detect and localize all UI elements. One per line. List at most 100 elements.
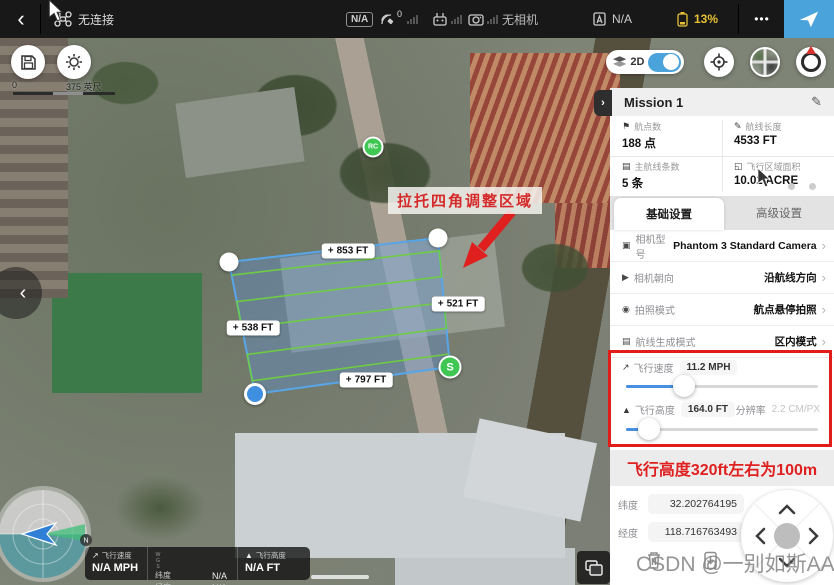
map-building [463, 418, 597, 521]
speed-value[interactable]: 11.2 MPH [680, 360, 738, 375]
telemetry-coords: WGS 纬度N/A 经度N/A [147, 547, 237, 580]
save-icon [20, 54, 37, 71]
row-photo-mode[interactable]: ◉ 拍照模式 航点悬停拍照 › [610, 294, 834, 326]
annotation-callout: 拉托四角调整区域 [388, 187, 542, 214]
view-mode-toggle[interactable]: 2D [606, 50, 684, 74]
stat-value: 188 点 [622, 135, 722, 151]
save-mission-button[interactable] [11, 45, 45, 79]
tab-advanced-settings[interactable]: 高级设置 [724, 196, 834, 230]
back-button[interactable]: ‹ [8, 0, 34, 38]
start-point-label: S [446, 361, 453, 373]
telemetry-speed-label: 飞行速度 [102, 550, 132, 561]
chevron-right-icon: › [822, 302, 826, 317]
speed-slider[interactable] [626, 385, 818, 388]
rc-status [432, 0, 462, 38]
connection-label: 无连接 [78, 11, 114, 28]
more-button[interactable]: ••• [740, 0, 784, 38]
page-dot[interactable] [809, 183, 816, 190]
longitude-input[interactable] [648, 522, 744, 542]
waypoints-icon: ⚑ [622, 121, 630, 132]
altitude-icon: ▲ [245, 551, 253, 560]
edge-length-value: 797 FT [355, 375, 387, 386]
row-camera-heading[interactable]: ▶ 相机朝向 沿航线方向 › [610, 262, 834, 294]
battery-percent: 13% [694, 12, 718, 26]
2d-toggle-switch[interactable] [648, 53, 681, 72]
altitude-value[interactable]: 164.0 FT [681, 402, 735, 417]
edge-length-label[interactable]: +538 FT [227, 321, 280, 336]
rc-marker-label: RC [368, 144, 378, 151]
layers-icon [613, 56, 626, 68]
tab-basic-settings[interactable]: 基础设置 [614, 198, 724, 230]
corner-handle[interactable] [220, 253, 239, 272]
flight-sliders: ↗ 飞行速度 11.2 MPH ▲ 飞行高度 164.0 FT 分辨率 2.2 … [610, 352, 834, 446]
drag-icon: + [438, 299, 444, 310]
latitude-label: 纬度 [618, 497, 642, 512]
photo-mode-icon: ◉ [622, 304, 630, 315]
compass-mode-button[interactable] [796, 47, 826, 77]
mission-settings-button[interactable] [57, 45, 91, 79]
north-badge: N [83, 538, 88, 545]
row-camera-model[interactable]: ▣ 相机型号 Phantom 3 Standard Camera › [610, 230, 834, 262]
stat-label: 航线长度 [746, 120, 782, 133]
mode-badge: N/A [346, 0, 373, 38]
row-value: 区内模式 [775, 334, 817, 349]
corner-handle[interactable] [429, 229, 448, 248]
start-point-marker[interactable]: S [439, 356, 462, 379]
stat-value: 5 条 [622, 175, 722, 191]
corner-handle-selected[interactable] [244, 383, 266, 405]
altitude-slider[interactable] [626, 428, 818, 431]
gps-status: 0 [380, 0, 418, 38]
page-dot[interactable] [788, 183, 795, 190]
latitude-input[interactable] [648, 494, 744, 514]
map-building [175, 87, 304, 178]
stat-label: 飞行区域面积 [747, 160, 801, 173]
map-type-button[interactable] [577, 551, 610, 584]
stat-waypoints: ⚑ 航点数 188 点 [610, 116, 722, 156]
panel-collapse-tab[interactable]: › [594, 90, 612, 116]
map-layers-icon [585, 560, 603, 576]
map-building [280, 232, 505, 352]
altitude-slider-handle[interactable] [638, 418, 660, 440]
view-mode-label: 2D [630, 56, 644, 68]
lines-icon: ▤ [622, 161, 631, 172]
stat-value: 4533 FT [734, 135, 834, 147]
row-label: 相机型号 [636, 231, 674, 261]
edge-length-label[interactable]: +797 FT [340, 373, 393, 388]
edge-length-value: 521 FT [447, 299, 479, 310]
telemetry-lat-value: N/A [212, 570, 227, 582]
rc-location-marker: RC [363, 137, 384, 158]
gear-icon [65, 53, 83, 71]
altitude-note: 飞行高度320ft左右为100m [610, 450, 834, 486]
satellite-icon [380, 12, 395, 26]
back-icon: ‹ [17, 6, 24, 32]
locate-button[interactable] [704, 47, 734, 77]
stats-pagination[interactable] [788, 183, 816, 190]
divider [610, 156, 834, 157]
back-chevron-icon: ‹ [20, 282, 27, 305]
takeoff-button[interactable] [784, 0, 834, 38]
edge-length-value: 853 FT [337, 246, 369, 257]
speed-slider-handle[interactable] [673, 375, 695, 397]
dpad-right-icon [810, 529, 817, 543]
edge-length-label[interactable]: +521 FT [432, 297, 485, 312]
map-scale-bar [13, 92, 115, 95]
row-label: 拍照模式 [635, 302, 754, 317]
stat-route-length: ✎航线长度 4533 FT [722, 116, 834, 156]
resolution-label: 分辨率 [736, 402, 766, 417]
flight-mode-value: N/A [612, 12, 632, 26]
edit-mission-icon[interactable]: ✎ [811, 94, 822, 110]
minimap-button[interactable] [750, 47, 780, 77]
edge-length-label[interactable]: +853 FT [322, 244, 375, 259]
divider [40, 4, 41, 34]
airplane-icon [798, 8, 820, 30]
divider [738, 4, 739, 34]
route-mode-icon: ▤ [622, 336, 631, 347]
stat-label: 航点数 [634, 120, 661, 133]
crosshair-icon [710, 53, 728, 71]
more-icon: ••• [754, 12, 770, 26]
settings-rows: ▣ 相机型号 Phantom 3 Standard Camera › ▶ 相机朝… [610, 230, 834, 358]
telemetry-lat-label: 纬度 [155, 570, 171, 582]
dpad-center[interactable] [774, 523, 800, 549]
camera-icon: ▣ [622, 240, 631, 251]
chevron-right-icon: › [822, 238, 826, 253]
